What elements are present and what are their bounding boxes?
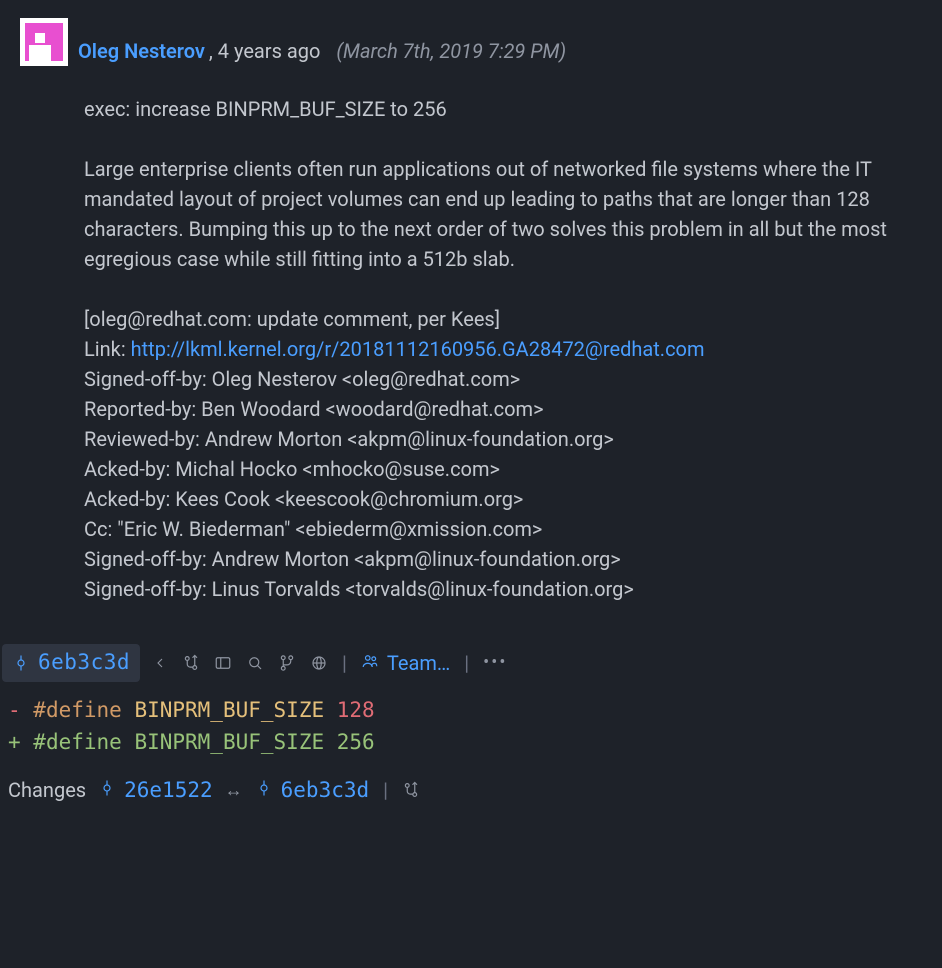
globe-icon[interactable] xyxy=(310,654,328,672)
branch-icon[interactable] xyxy=(278,654,296,672)
commit-link-line: Link: http://lkml.kernel.org/r/201811121… xyxy=(84,334,892,364)
compare-arrow-icon: ↔ xyxy=(225,777,243,804)
people-icon xyxy=(361,648,379,678)
trailer-line: Signed-off-by: Linus Torvalds <torvalds@… xyxy=(84,574,892,604)
trailer-line: Reviewed-by: Andrew Morton <akpm@linux-f… xyxy=(84,424,892,454)
commit-description: Large enterprise clients often run appli… xyxy=(84,154,892,274)
commit-trailers: [oleg@redhat.com: update comment, per Ke… xyxy=(84,304,892,604)
commit-link[interactable]: http://lkml.kernel.org/r/20181112160956.… xyxy=(131,337,705,361)
search-icon[interactable] xyxy=(246,654,264,672)
compare-icon[interactable] xyxy=(402,781,420,799)
trailer-line: Cc: "Eric W. Biederman" <ebiederm@xmissi… xyxy=(84,514,892,544)
commit-icon xyxy=(255,775,273,807)
sidebar-icon[interactable] xyxy=(214,654,232,672)
commit-hash: 6eb3c3d xyxy=(38,647,130,679)
trailer-line: Signed-off-by: Oleg Nesterov <oleg@redha… xyxy=(84,364,892,394)
trailer-line: Acked-by: Michal Hocko <mhocko@suse.com> xyxy=(84,454,892,484)
link-label: Link: xyxy=(84,337,131,361)
diff-removed-line: - #define BINPRM_BUF_SIZE 128 xyxy=(8,694,934,727)
chevron-left-icon[interactable] xyxy=(152,655,168,671)
avatar xyxy=(20,18,68,66)
time-ago: , 4 years ago xyxy=(209,36,321,66)
changes-label: Changes xyxy=(8,775,86,805)
changes-footer: Changes 26e1522 ↔ 6eb3c3d | xyxy=(0,773,942,809)
team-label: Team… xyxy=(387,648,450,678)
toolbar-divider: | xyxy=(462,648,471,678)
author-link[interactable]: Oleg Nesterov xyxy=(78,36,205,66)
commit-icon xyxy=(98,775,116,807)
commit-header: Oleg Nesterov, 4 years ago (March 7th, 2… xyxy=(20,18,922,66)
compare-icon[interactable] xyxy=(182,654,200,672)
from-commit-link[interactable]: 26e1522 xyxy=(98,775,213,807)
to-hash: 6eb3c3d xyxy=(281,775,370,807)
trailer-line: Acked-by: Kees Cook <keescook@chromium.o… xyxy=(84,484,892,514)
commit-title: exec: increase BINPRM_BUF_SIZE to 256 xyxy=(84,94,892,124)
trailer-line: Signed-off-by: Andrew Morton <akpm@linux… xyxy=(84,544,892,574)
footer-divider: | xyxy=(381,775,390,805)
diff-view: - #define BINPRM_BUF_SIZE 128 + #define … xyxy=(0,692,942,773)
from-hash: 26e1522 xyxy=(124,775,213,807)
toolbar-divider: | xyxy=(340,648,349,678)
team-button[interactable]: Team… xyxy=(361,648,450,678)
diff-added-line: + #define BINPRM_BUF_SIZE 256 xyxy=(8,726,934,759)
commit-toolbar: 6eb3c3d | Team… | ••• xyxy=(0,640,942,692)
commit-message: exec: increase BINPRM_BUF_SIZE to 256 La… xyxy=(20,94,922,604)
commit-icon xyxy=(12,654,30,672)
to-commit-link[interactable]: 6eb3c3d xyxy=(255,775,370,807)
commit-note: [oleg@redhat.com: update comment, per Ke… xyxy=(84,304,892,334)
more-icon[interactable]: ••• xyxy=(483,649,507,676)
trailer-line: Reported-by: Ben Woodard <woodard@redhat… xyxy=(84,394,892,424)
commit-hash-chip[interactable]: 6eb3c3d xyxy=(2,644,140,682)
commit-timestamp: (March 7th, 2019 7:29 PM) xyxy=(336,36,566,66)
